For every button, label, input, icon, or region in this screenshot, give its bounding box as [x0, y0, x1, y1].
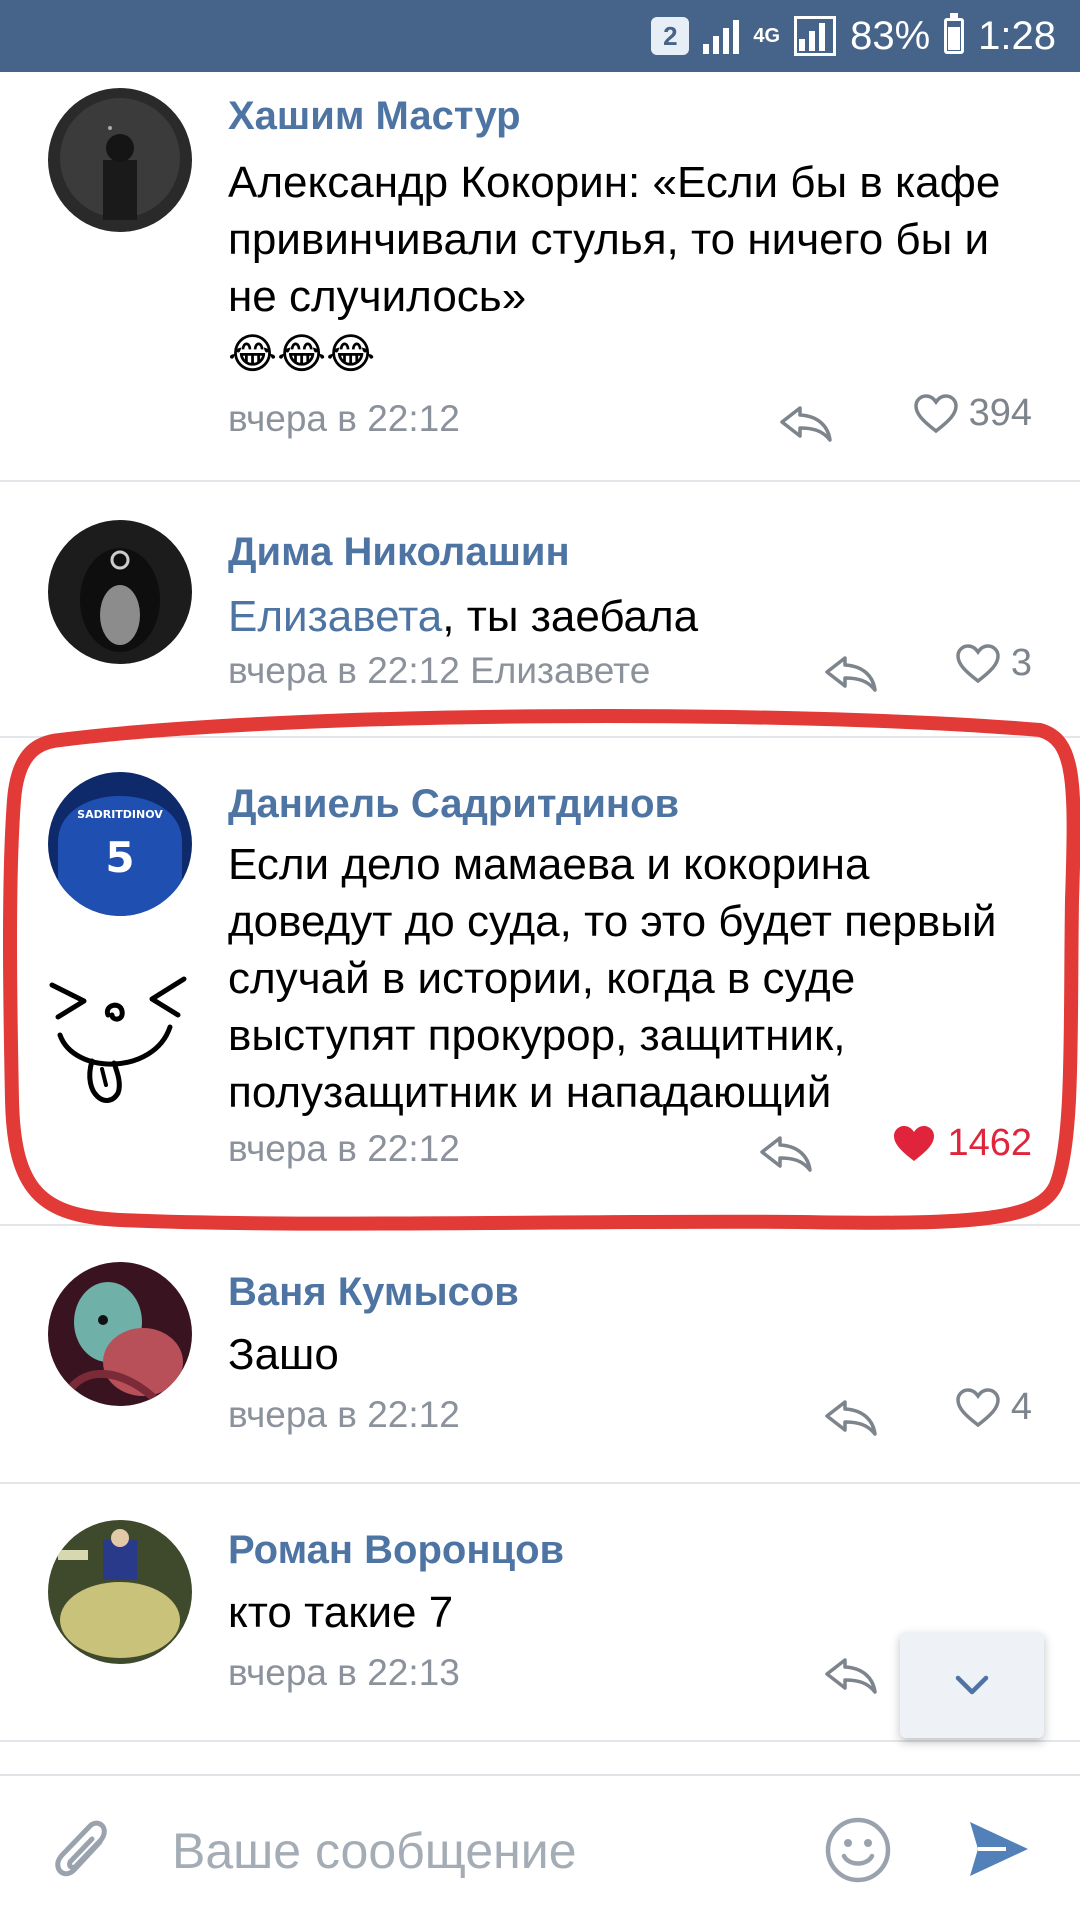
like-count: 1462: [947, 1122, 1032, 1164]
comment-item: Ваня Кумысов Зашо вчера в 22:12 4: [0, 1226, 1080, 1484]
comment-text: Александр Кокорин: «Если бы в кафе приви…: [228, 154, 1038, 382]
comments-list: Хашим Мастур Александр Кокорин: «Если бы…: [0, 72, 1080, 1742]
comment-text: Зашо: [228, 1330, 339, 1379]
like-button[interactable]: 394: [913, 392, 1032, 435]
like-button[interactable]: 4: [955, 1386, 1032, 1429]
jersey-number: 5: [105, 833, 134, 882]
signal-strength-icon: [794, 16, 837, 56]
doodle-face: [49, 976, 187, 1103]
sim-indicator: 2: [651, 17, 690, 55]
comment-timestamp: вчера в 22:12: [228, 1394, 460, 1435]
like-count: 394: [968, 392, 1032, 434]
comment-timestamp: вчера в 22:12 Елизавете: [228, 650, 651, 691]
comment-timestamp: вчера в 22:12: [228, 1128, 460, 1169]
message-composer: Ваше сообщение: [0, 1774, 1080, 1920]
clock: 1:28: [978, 13, 1056, 58]
network-type: 4G: [753, 25, 781, 47]
avatar[interactable]: SADRITDINOV 5: [48, 772, 192, 916]
comment-author[interactable]: Ваня Кумысов: [228, 1270, 519, 1315]
smile-icon[interactable]: [824, 1816, 892, 1884]
reply-icon[interactable]: [758, 1132, 814, 1174]
heart-icon: [913, 393, 958, 433]
comment-text-content: , ты заебала: [442, 592, 699, 641]
battery-percent: 83%: [850, 13, 931, 58]
comment-author[interactable]: Дима Николашин: [228, 530, 570, 575]
scroll-down-button[interactable]: [900, 1632, 1044, 1738]
comment-text: Если дело мамаева и кокорина доведут до …: [228, 840, 997, 1117]
comment-text: Елизавета, ты заебала: [228, 588, 1038, 645]
send-icon[interactable]: [966, 1818, 1032, 1880]
avatar[interactable]: [48, 88, 192, 232]
jersey-name: SADRITDINOV: [77, 808, 163, 821]
comment-text-content: Александр Кокорин: «Если бы в кафе приви…: [228, 158, 1001, 321]
signal-icon: [703, 18, 740, 54]
avatar[interactable]: [48, 1262, 192, 1406]
status-bar: 2 4G 83% 1:28: [0, 0, 1080, 72]
comment-timestamp: вчера в 22:13: [228, 1652, 460, 1693]
mention-link[interactable]: Елизавета: [228, 592, 442, 641]
reply-icon[interactable]: [823, 652, 879, 694]
comment-emoji: 😂😂😂: [228, 330, 376, 377]
like-count: 3: [1010, 642, 1032, 684]
comment-timestamp: вчера в 22:12: [228, 398, 460, 439]
comment-author[interactable]: Хашим Мастур: [228, 94, 521, 139]
comment-author[interactable]: Роман Воронцов: [228, 1528, 564, 1573]
chevron-down-icon: [955, 1675, 989, 1695]
reply-icon[interactable]: [823, 1396, 879, 1438]
reply-icon[interactable]: [823, 1654, 879, 1696]
like-button[interactable]: 1462: [891, 1122, 1032, 1165]
like-count: 4: [1010, 1386, 1032, 1428]
comment-author[interactable]: Даниель Садритдинов: [228, 782, 679, 827]
message-input[interactable]: Ваше сообщение: [172, 1822, 577, 1880]
comment-item: Хашим Мастур Александр Кокорин: «Если бы…: [0, 72, 1080, 482]
comment-item: Дима Николашин Елизавета, ты заебала вче…: [0, 482, 1080, 738]
avatar[interactable]: [48, 520, 192, 664]
reply-icon[interactable]: [778, 402, 834, 444]
heart-icon: [894, 1125, 935, 1161]
like-button[interactable]: 3: [955, 642, 1032, 685]
heart-icon: [956, 643, 1000, 683]
battery-icon: [944, 13, 965, 54]
avatar[interactable]: [48, 1520, 192, 1664]
paperclip-icon[interactable]: [48, 1812, 118, 1890]
heart-icon: [956, 1387, 1000, 1427]
